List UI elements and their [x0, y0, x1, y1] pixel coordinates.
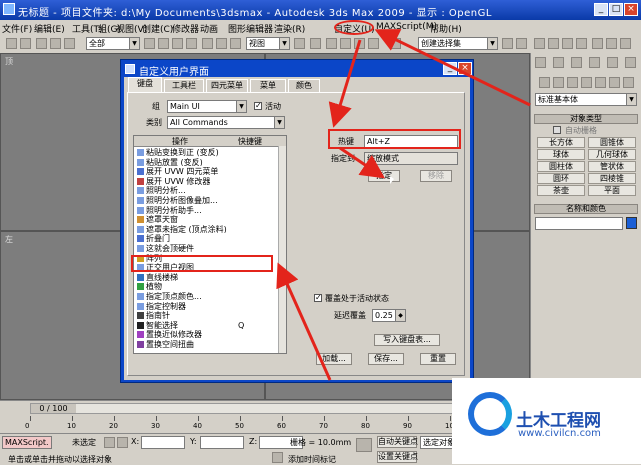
time-slider[interactable]: 0 / 100	[30, 403, 480, 414]
time-tag-icon[interactable]	[272, 452, 283, 463]
timeline-tick	[324, 416, 325, 421]
timeline-tick-label: 10	[67, 422, 76, 430]
timeline-tick-label: 90	[403, 422, 412, 430]
watermark: 土木工程网 www.civilcn.com	[452, 378, 641, 464]
timeline-ruler[interactable]: 0102030405060708090100	[25, 416, 458, 432]
time-slider-thumb[interactable]: 0 / 100	[31, 404, 76, 413]
timeline-tick-label: 30	[151, 422, 160, 430]
timeline-tick	[156, 416, 157, 421]
timeline-tick	[72, 416, 73, 421]
timeline-tick-label: 80	[361, 422, 370, 430]
add-time-tag[interactable]: 添加时间标记	[288, 454, 336, 465]
timeline-tick-label: 0	[25, 422, 30, 430]
set-key-button[interactable]: 设置关键点	[377, 451, 418, 463]
lock-icon[interactable]	[104, 437, 115, 448]
timeline-tick	[282, 416, 283, 421]
abs-mode-icon[interactable]	[117, 437, 128, 448]
timeline-tick	[114, 416, 115, 421]
timeline-tick-label: 20	[109, 422, 118, 430]
timeline-tick-label: 50	[235, 422, 244, 430]
watermark-url: www.civilcn.com	[518, 428, 601, 439]
prompt-text: 单击或单击并拖动以选择对象	[8, 455, 112, 464]
maxscript-listener[interactable]: MAXScript.	[2, 436, 52, 449]
timeline-tick	[198, 416, 199, 421]
timeline-tick	[450, 416, 451, 421]
selection-status: 未选定	[72, 438, 96, 447]
z-label: Z:	[249, 437, 258, 446]
y-field[interactable]	[200, 436, 244, 449]
grid-size: 栅格 = 10.0mm	[290, 438, 352, 447]
watermark-logo	[468, 392, 512, 436]
x-field[interactable]	[141, 436, 185, 449]
timeline-tick	[240, 416, 241, 421]
auto-key-button[interactable]: 自动关键点	[377, 436, 418, 448]
timeline-tick-label: 60	[277, 422, 286, 430]
x-label: X:	[131, 437, 140, 446]
set-key-icon[interactable]	[356, 438, 372, 452]
selected-objects-combo[interactable]: 选定对象	[420, 436, 456, 449]
timeline-tick-label: 70	[319, 422, 328, 430]
y-label: Y:	[190, 437, 197, 446]
timeline-tick	[408, 416, 409, 421]
timeline-tick	[366, 416, 367, 421]
timeline-tick	[30, 416, 31, 421]
timeline-tick-label: 40	[193, 422, 202, 430]
